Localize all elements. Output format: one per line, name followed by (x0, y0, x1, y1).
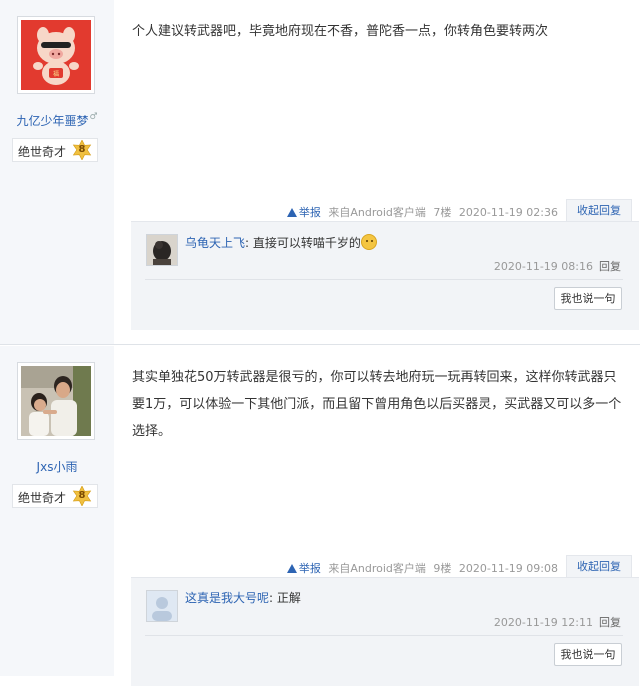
gender-male-icon: ♂ (89, 112, 98, 122)
author-name-text[interactable]: Jxs小雨 (37, 460, 78, 474)
post-content: 其实单独花50万转武器是很亏的，你可以转去地府玩一玩再转回来，这样你转武器只要1… (132, 370, 622, 439)
reply-button[interactable]: 回复 (599, 616, 621, 629)
default-avatar-icon (147, 591, 177, 621)
reply-content: 正解 (276, 591, 301, 605)
svg-text:福: 福 (53, 70, 59, 78)
level-badge[interactable]: 绝世奇才 8 (12, 138, 98, 162)
post-source: 来自Android客户端 (328, 562, 426, 575)
level-star-icon: 8 (72, 485, 92, 507)
report-link[interactable]: 举报 (286, 562, 321, 575)
reply-avatar[interactable] (146, 234, 178, 266)
add-comment-button[interactable]: 我也说一句 (554, 287, 622, 310)
post-divider (0, 344, 640, 345)
post-content: 个人建议转武器吧，毕竟地府现在不香，普陀香一点，你转角色要转两次 (132, 24, 549, 39)
reply-time: 2020-11-19 08:16 (493, 260, 593, 273)
collapse-replies-button[interactable]: 收起回复 (566, 555, 632, 577)
post-time: 2020-11-19 09:08 (458, 562, 558, 575)
dark-photo-avatar-icon (147, 235, 177, 265)
reply-divider (145, 279, 623, 280)
level-badge[interactable]: 绝世奇才 8 (12, 484, 98, 508)
level-star-icon: 8 (72, 139, 92, 161)
author-avatar[interactable]: 福 (17, 16, 95, 94)
reply-separator: : (245, 236, 250, 250)
reply-time: 2020-11-19 12:11 (493, 616, 593, 629)
reply-panel: 这真是我大号呢: 正解 2020-11-19 12:11 回复 我也说一句 (131, 577, 639, 686)
post-floor: 7楼 (433, 206, 452, 219)
post-floor-7: 福 九亿少年噩梦♂ 绝世奇才 8 个人建议转武器吧，毕竟地府现在不香，普陀香一点… (0, 0, 640, 345)
reply-item: 乌龟天上飞: 直接可以转喵千岁的 (185, 234, 377, 251)
reply-author[interactable]: 乌龟天上飞 (185, 236, 245, 250)
collapse-replies-button[interactable]: 收起回复 (566, 199, 632, 221)
reply-panel: 乌龟天上飞: 直接可以转喵千岁的 2020-11-19 08:16 回复 我也说一… (131, 221, 639, 330)
pig-mascot-avatar-icon: 福 (21, 20, 91, 90)
reply-author[interactable]: 这真是我大号呢 (185, 591, 269, 605)
reply-avatar[interactable] (146, 590, 178, 622)
add-comment-button[interactable]: 我也说一句 (554, 643, 622, 666)
report-label[interactable]: 举报 (299, 206, 321, 219)
post-source: 来自Android客户端 (328, 206, 426, 219)
reply-item: 这真是我大号呢: 正解 (185, 590, 301, 606)
reply-button[interactable]: 回复 (599, 260, 621, 273)
reply-divider (145, 635, 623, 636)
level-number: 8 (78, 490, 86, 501)
post-floor: 9楼 (433, 562, 452, 575)
author-avatar[interactable] (17, 362, 95, 440)
reply-separator: : (269, 591, 274, 605)
author-name-text[interactable]: 九亿少年噩梦 (16, 114, 88, 128)
post-meta: 举报 来自Android客户端 7楼 2020-11-19 02:36 (0, 204, 558, 220)
level-number: 8 (78, 144, 86, 155)
report-label[interactable]: 举报 (299, 562, 321, 575)
warning-icon (286, 208, 297, 217)
thinking-emoji-icon (360, 234, 377, 250)
reply-meta: 2020-11-19 08:16 回复 (494, 258, 621, 274)
author-name[interactable]: Jxs小雨 (0, 458, 114, 475)
level-title: 绝世奇才 (18, 491, 67, 505)
post-meta: 举报 来自Android客户端 9楼 2020-11-19 09:08 (0, 560, 558, 576)
reply-meta: 2020-11-19 12:11 回复 (494, 614, 621, 630)
report-link[interactable]: 举报 (286, 206, 321, 219)
author-sidebar: Jxs小雨 绝世奇才 8 (0, 346, 114, 676)
warning-icon (286, 564, 297, 573)
author-sidebar: 福 九亿少年噩梦♂ 绝世奇才 8 (0, 0, 114, 345)
reply-content: 直接可以转喵千岁的 (252, 236, 361, 250)
post-time: 2020-11-19 02:36 (458, 206, 558, 219)
level-title: 绝世奇才 (18, 145, 67, 159)
post-floor-9: Jxs小雨 绝世奇才 8 其实单独花50万转武器是很亏的，你可以转去地府玩一玩再… (0, 346, 640, 686)
author-name[interactable]: 九亿少年噩梦♂ (0, 112, 114, 129)
photo-avatar-icon (21, 366, 91, 436)
